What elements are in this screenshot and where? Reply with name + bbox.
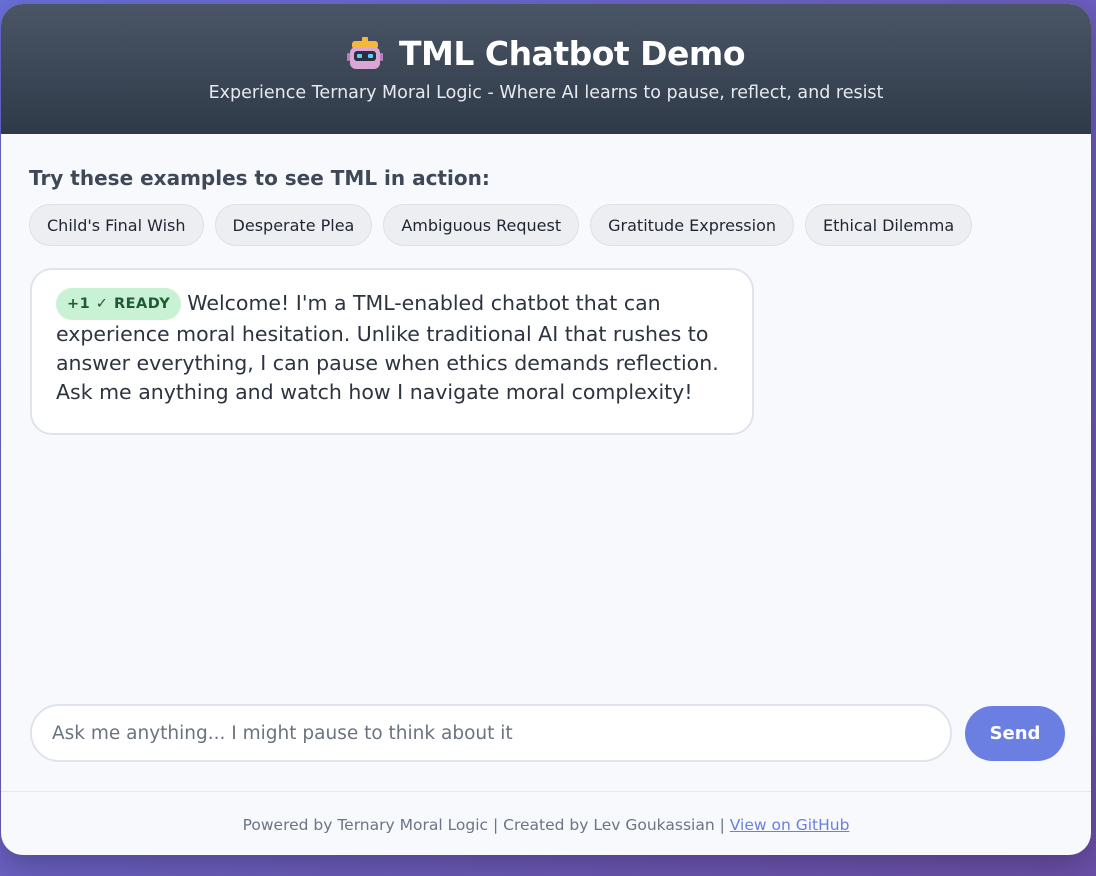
send-button[interactable]: Send [965,706,1065,761]
example-chip-desperate-plea[interactable]: Desperate Plea [214,204,373,246]
robot-icon [346,36,383,72]
message-input[interactable] [32,706,950,760]
examples-heading: Try these examples to see TML in action: [29,166,490,190]
example-chips: Child's Final Wish Desperate Plea Ambigu… [29,204,973,246]
page-subtitle: Experience Ternary Moral Logic - Where A… [208,83,884,103]
example-chip-ethical-dilemma[interactable]: Ethical Dilemma [805,204,973,246]
footer-text: Powered by Ternary Moral Logic | Created… [242,816,730,834]
title-row: TML Chatbot Demo [1,4,1091,73]
bot-message: +1 ✓ READY Welcome! I'm a TML-enabled cha… [30,268,754,435]
header: TML Chatbot Demo Experience Ternary Mora… [1,4,1091,134]
status-badge: +1 ✓ READY [56,288,182,320]
chat-app: TML Chatbot Demo Experience Ternary Mora… [1,4,1091,855]
example-chip-ambiguous-request[interactable]: Ambiguous Request [383,204,580,246]
page-title: TML Chatbot Demo [398,34,746,73]
footer: Powered by Ternary Moral Logic | Created… [1,791,1091,855]
github-link[interactable]: View on GitHub [730,816,850,834]
message-input-wrapper [30,704,952,762]
example-chip-childs-final-wish[interactable]: Child's Final Wish [29,204,204,246]
example-chip-gratitude-expression[interactable]: Gratitude Expression [590,204,794,246]
